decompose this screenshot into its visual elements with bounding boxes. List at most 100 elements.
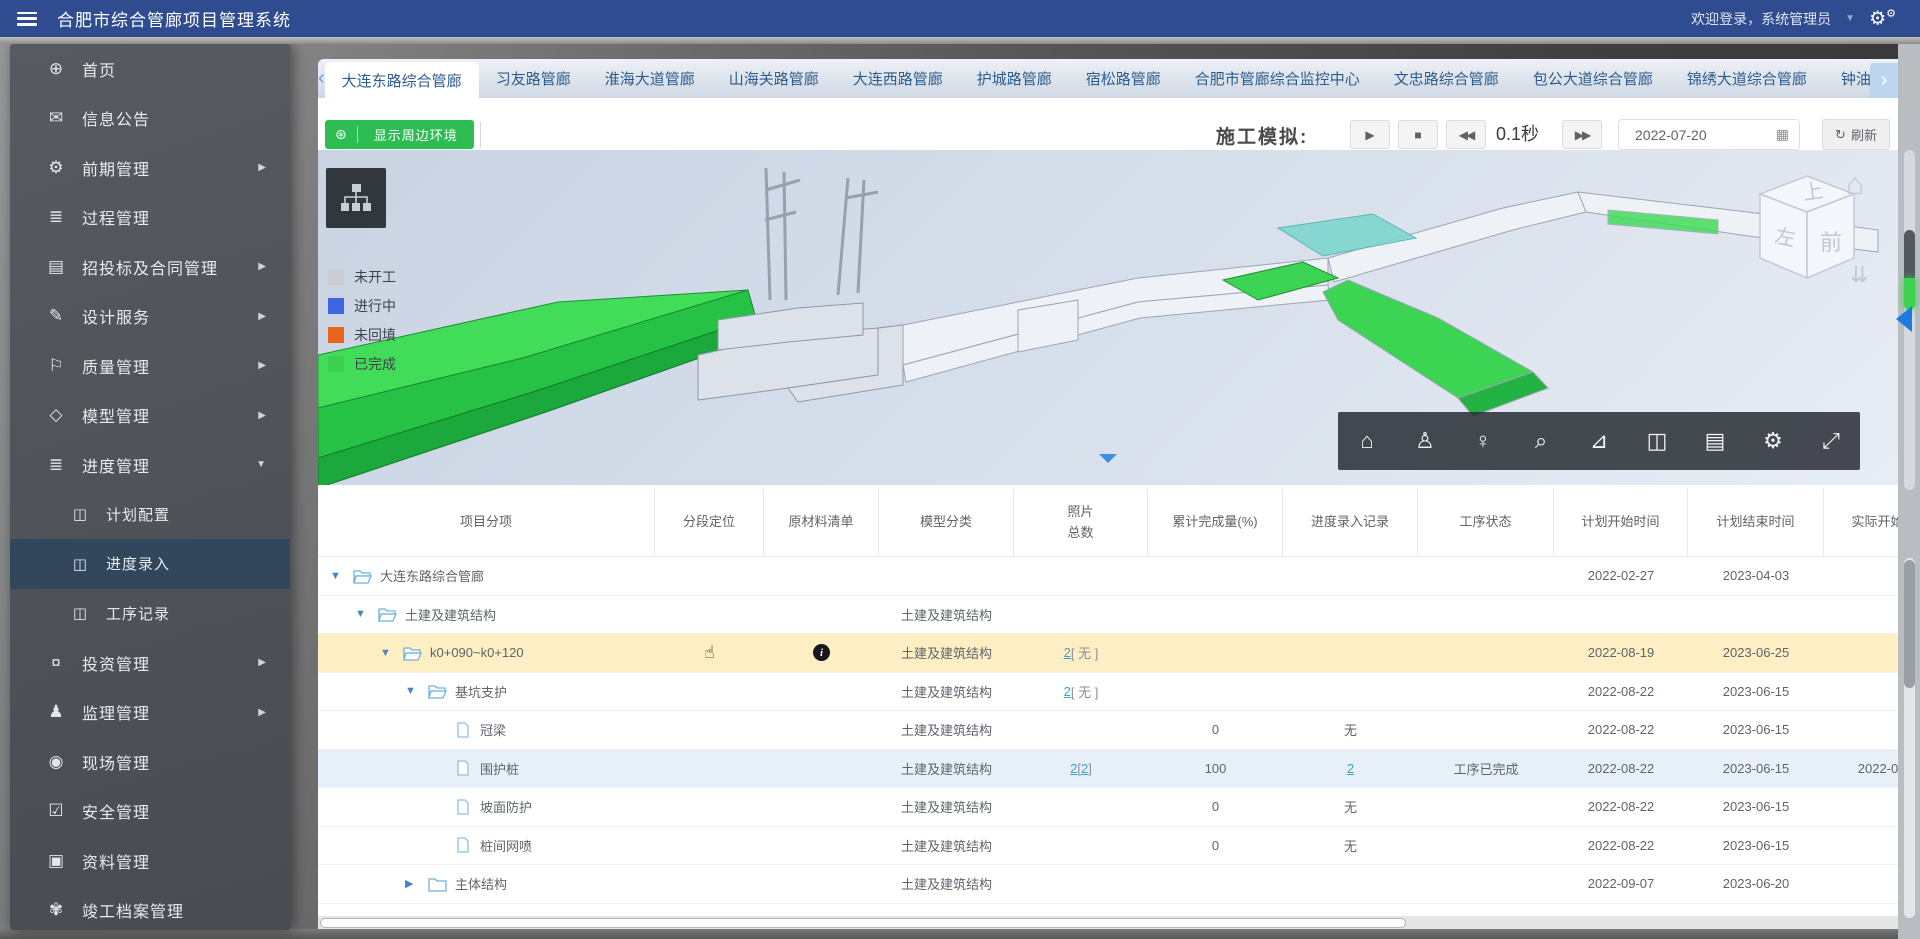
column-header-项目分项: 项目分项 (318, 489, 655, 556)
refresh-button[interactable]: ↻ 刷新 (1822, 119, 1890, 150)
walk-person-icon[interactable]: ♙ (1405, 428, 1445, 454)
table-row-主体结构[interactable]: ▶ 主体结构土建及建筑结构2022-09-072023-06-20 (318, 865, 1898, 904)
photo-count-link[interactable]: 2 (1064, 684, 1071, 699)
sidebar-item-模型管理[interactable]: ◇ 模型管理▶ (10, 391, 290, 441)
table-row-围护桩[interactable]: 围护桩土建及建筑结构2 [ 2 ]1002工序已完成2022-08-222023… (318, 750, 1898, 789)
sim-play-button[interactable]: ▶ (1350, 120, 1390, 149)
sidebar-item-竣工档案管理[interactable]: ✾ 竣工档案管理 (10, 886, 290, 931)
photo-count-link[interactable]: 2 (1070, 761, 1077, 776)
plan-start-cell: 2022-02-27 (1554, 557, 1688, 595)
sidebar-item-招投标及合同管理[interactable]: ▤ 招投标及合同管理▶ (10, 242, 290, 292)
report-icon[interactable]: ▤ (1695, 428, 1735, 454)
viewport-scrollbar-thumb[interactable] (1904, 230, 1915, 280)
plan-end-cell (1688, 596, 1824, 634)
tab-大连东路综合管廊[interactable]: 大连东路综合管廊 (325, 62, 479, 98)
view-home-icon[interactable]: ⌂ (1846, 168, 1864, 202)
sidebar-item-质量管理[interactable]: ⚐ 质量管理▶ (10, 341, 290, 391)
tabs-scroll-right-icon[interactable]: › (1870, 63, 1898, 98)
home-icon[interactable]: ⌂ (1347, 428, 1387, 454)
complete-pct-cell (1148, 557, 1283, 595)
tree-expand-arrow[interactable]: ▼ (405, 685, 428, 697)
photo-count-link[interactable]: 2 (1081, 761, 1088, 776)
tab-锦绣大道综合管廊[interactable]: 锦绣大道综合管廊 (1670, 59, 1824, 98)
actual-start-cell: 2022-08-22 (1824, 750, 1898, 788)
table-scrollbar[interactable] (1904, 558, 1915, 918)
bim-3d-viewport: 未开工 进行中 未回填 已完成 上 左 前 ⌂ ⇊ ⌂♙♀⌕⊿◫▤⚙⤢ (318, 150, 1898, 485)
fullscreen-icon[interactable]: ⤢ (1811, 428, 1851, 454)
table-row-冠梁[interactable]: 冠梁土建及建筑结构0无2022-08-222023-06-15 (318, 711, 1898, 750)
system-settings-gear-icon[interactable]: ⚙⚙ (1869, 7, 1896, 30)
show-environment-button[interactable]: ⊛ 显示周边环境 (325, 120, 474, 149)
viewport-collapse-triangle[interactable] (1099, 454, 1117, 463)
sim-date-picker[interactable]: 2022-07-20 ▦ (1618, 119, 1800, 150)
sidebar-item-工序记录[interactable]: ◫ 工序记录 (10, 589, 290, 639)
tab-护城路管廊[interactable]: 护城路管廊 (960, 59, 1069, 98)
sidebar-item-安全管理[interactable]: ☑ 安全管理 (10, 787, 290, 837)
sidebar-item-设计服务[interactable]: ✎ 设计服务▶ (10, 292, 290, 342)
record-cell: 无 (1283, 711, 1418, 749)
tab-合肥市管廊综合监控中心[interactable]: 合肥市管廊综合监控中心 (1178, 59, 1377, 98)
user-caret-down-icon[interactable]: ▼ (1845, 13, 1855, 24)
model-tree-button[interactable] (326, 168, 386, 228)
plan-start-cell: 2022-08-22 (1554, 673, 1688, 711)
tab-包公大道综合管廊[interactable]: 包公大道综合管廊 (1516, 59, 1670, 98)
table-row-土建及建筑结构[interactable]: ▼ 土建及建筑结构土建及建筑结构 (318, 596, 1898, 635)
sidebar-item-进度录入[interactable]: ◫ 进度录入 (10, 539, 290, 589)
measure-icon[interactable]: ⊿ (1579, 428, 1619, 454)
sidebar-item-首页[interactable]: ⊕ 首页 (10, 44, 290, 94)
table-row-坡面防护[interactable]: 坡面防护土建及建筑结构0无2022-08-222023-06-15 (318, 788, 1898, 827)
tab-文忠路综合管廊[interactable]: 文忠路综合管廊 (1377, 59, 1516, 98)
sidebar-item-进度管理[interactable]: ≣ 进度管理▼ (10, 440, 290, 490)
tree-expand-arrow[interactable]: ▼ (380, 647, 403, 659)
material-info-icon[interactable]: i (813, 644, 830, 661)
tab-宿松路管廊[interactable]: 宿松路管廊 (1069, 59, 1178, 98)
tree-expand-arrow[interactable]: ▼ (330, 570, 353, 582)
sidebar-item-前期管理[interactable]: ⚙ 前期管理▶ (10, 143, 290, 193)
tab-习友路管廊[interactable]: 习友路管廊 (479, 59, 588, 98)
table-row-大连东路综合管廊[interactable]: ▼ 大连东路综合管廊2022-02-272023-04-03 (318, 557, 1898, 596)
sim-slower-button[interactable]: ◀◀ (1446, 120, 1486, 149)
photo-count-link[interactable]: 2 (1064, 645, 1071, 660)
box-select-icon[interactable]: ⌕ (1521, 428, 1561, 454)
table-row-桩间网喷[interactable]: 桩间网喷土建及建筑结构0无2022-08-222023-06-15 (318, 827, 1898, 866)
sidebar-item-信息公告[interactable]: ✉ 信息公告 (10, 94, 290, 144)
tree-expand-arrow[interactable]: ▶ (405, 877, 428, 890)
tab-淮海大道管廊[interactable]: 淮海大道管廊 (588, 59, 712, 98)
tabs-scroll-left-icon[interactable]: ‹ (318, 59, 325, 98)
plan-start-cell: 2022-08-22 (1554, 827, 1688, 865)
column-header-照片总数: 照片 总数 (1014, 489, 1148, 556)
complete-pct-cell: 0 (1148, 711, 1283, 749)
complete-pct-cell (1148, 673, 1283, 711)
record-count-link[interactable]: 2 (1347, 761, 1354, 776)
settings-gear-icon[interactable]: ⚙ (1753, 428, 1793, 454)
section-box-icon[interactable]: ◫ (1637, 428, 1677, 454)
project-tabs-bar: ‹ 大连东路综合管廊习友路管廊淮海大道管廊山海关路管廊大连西路管廊护城路管廊宿松… (318, 59, 1898, 98)
tab-山海关路管廊[interactable]: 山海关路管廊 (712, 59, 836, 98)
money-icon: ¤ (46, 653, 66, 673)
sim-faster-button[interactable]: ▶▶ (1562, 120, 1602, 149)
sidebar-item-投资管理[interactable]: ¤ 投资管理▶ (10, 638, 290, 688)
tab-大连西路管廊[interactable]: 大连西路管廊 (836, 59, 960, 98)
locate-hand-icon[interactable]: ☝ (704, 643, 714, 663)
tree-expand-arrow[interactable]: ▼ (355, 608, 378, 620)
process-status-cell (1418, 788, 1554, 826)
tree-node-label: 主体结构 (455, 874, 507, 893)
sidebar-item-过程管理[interactable]: ≣ 过程管理 (10, 193, 290, 243)
sidebar-item-现场管理[interactable]: ◉ 现场管理 (10, 737, 290, 787)
location-pin-icon[interactable]: ♀ (1463, 428, 1503, 454)
cube-icon: ◇ (46, 405, 66, 425)
sidebar-item-监理管理[interactable]: ♟ 监理管理▶ (10, 688, 290, 738)
horizontal-scrollbar[interactable] (318, 916, 1898, 929)
sidebar-item-资料管理[interactable]: ▣ 资料管理 (10, 836, 290, 886)
horizontal-scrollbar-thumb[interactable] (320, 918, 1406, 928)
hamburger-menu-icon[interactable] (17, 12, 37, 26)
table-row-基坑支护[interactable]: ▼ 基坑支护土建及建筑结构2 [ 无 ]2022-08-222023-06-15 (318, 673, 1898, 712)
sidebar-item-计划配置[interactable]: ◫ 计划配置 (10, 490, 290, 540)
panel-collapse-arrow[interactable] (1896, 306, 1912, 332)
table-row-k0+090~k0+120[interactable]: ▼ k0+090~k0+120☝i土建及建筑结构2 [ 无 ]2022-08-1… (318, 634, 1898, 673)
folder-icon: ▣ (46, 851, 66, 871)
table-scrollbar-thumb[interactable] (1904, 560, 1915, 688)
tree-node-label: 土建及建筑结构 (405, 605, 496, 624)
view-collapse-icon[interactable]: ⇊ (1850, 262, 1868, 288)
sim-stop-button[interactable]: ■ (1398, 120, 1438, 149)
